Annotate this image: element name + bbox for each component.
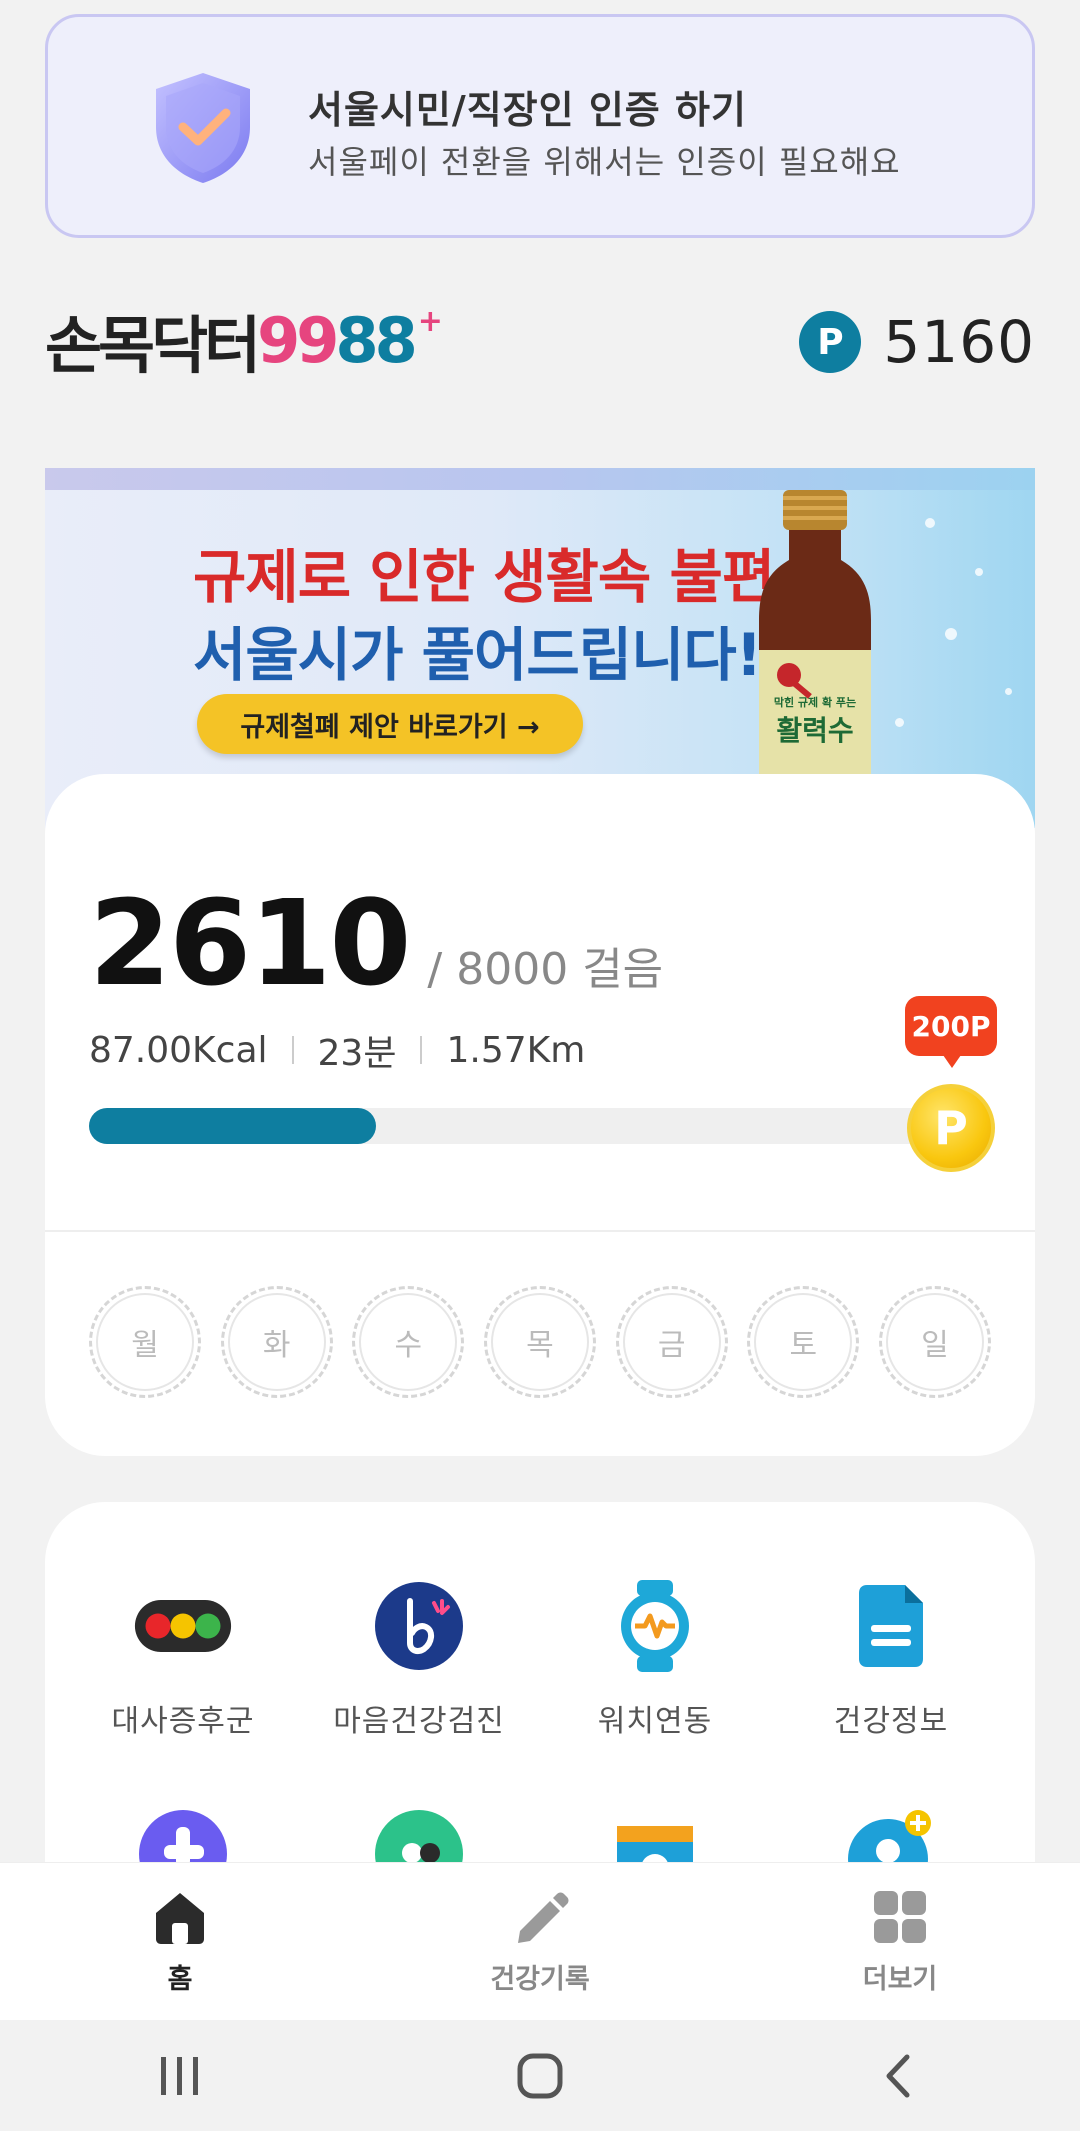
brand-number-b: 88	[335, 303, 417, 377]
sparkle	[895, 718, 904, 727]
document-icon	[841, 1576, 941, 1676]
nav-more[interactable]: 더보기	[720, 1863, 1080, 2020]
recent-apps-button[interactable]	[120, 2036, 240, 2116]
sparkle	[925, 518, 935, 528]
promo-top-stripe	[45, 468, 1035, 490]
weekly-attendance: 월화수목금토일	[89, 1286, 991, 1398]
duration-value: 23분	[317, 1033, 397, 1074]
home-icon	[156, 1893, 204, 1944]
card-divider	[45, 1230, 1035, 1232]
nav-health-record[interactable]: 건강기록	[360, 1863, 720, 2020]
back-button[interactable]	[840, 2036, 960, 2116]
bottle-illustration: 막힌 규제 확 푸는 활력수	[759, 490, 871, 790]
promo-line1: 규제로 인한 생활속 불편,	[193, 543, 796, 611]
weekday-stamp: 월	[89, 1286, 201, 1398]
points-value: 5160	[883, 308, 1035, 376]
step-count: 2610	[89, 874, 411, 1012]
menu-health-info[interactable]: 건강정보	[773, 1576, 1009, 1740]
menu-label: 대사증후군	[111, 1704, 255, 1739]
points-balance[interactable]: P 5160	[799, 302, 1035, 382]
reward-badge: 200P	[905, 996, 997, 1068]
sparkle	[1005, 688, 1012, 695]
nav-home[interactable]: 홈	[0, 1863, 360, 2020]
stat-separator	[420, 1036, 423, 1064]
smartwatch-icon	[605, 1576, 705, 1676]
pencil-icon	[518, 1892, 569, 1943]
verify-subtitle: 서울페이 전환을 위해서는 인증이 필요해요	[308, 143, 901, 181]
menu-label: 건강정보	[833, 1704, 949, 1739]
weekday-stamp: 목	[483, 1286, 596, 1398]
shield-check-icon	[156, 73, 250, 183]
step-counter-card[interactable]: 2610 / 8000 걸음 87.00Kcal 23분 1.57Km 200P…	[45, 774, 1035, 1456]
menu-label: 마음건강검진	[333, 1704, 505, 1739]
recent-apps-icon	[161, 2056, 198, 2095]
verify-title: 서울시민/직장인 인증 하기	[308, 88, 747, 132]
system-navigation-bar	[0, 2020, 1080, 2131]
weekday-stamp: 화	[220, 1286, 333, 1398]
reward-coin-icon[interactable]: P	[907, 1084, 995, 1172]
step-stats: 87.00Kcal 23분 1.57Km	[89, 1024, 585, 1076]
menu-metabolic-syndrome[interactable]: 대사증후군	[65, 1576, 301, 1740]
sparkle	[975, 568, 983, 576]
traffic-light-icon	[133, 1576, 233, 1676]
step-progress-fill	[89, 1108, 376, 1144]
brand-number: 9988 +	[257, 303, 443, 377]
points-icon: P	[799, 311, 862, 373]
nav-label: 더보기	[862, 1964, 938, 1995]
step-progress-bar	[89, 1108, 969, 1144]
home-system-button[interactable]	[480, 2036, 600, 2116]
weekday-stamp: 토	[747, 1286, 860, 1398]
step-summary: 2610 / 8000 걸음	[89, 874, 663, 1012]
menu-mental-health[interactable]: 마음건강검진	[301, 1576, 537, 1740]
calories-value: 87.00Kcal	[89, 1029, 268, 1071]
grid-icon	[874, 1891, 926, 1943]
menu-grid-card: 대사증후군 마음건강검진 워치연동 건강정보	[45, 1502, 1035, 1922]
stat-separator	[291, 1036, 294, 1064]
bottle-label-top: 막힌 규제 확 푸는	[774, 695, 856, 709]
brand-number-a: 99	[257, 303, 339, 377]
weekday-stamp: 일	[878, 1286, 991, 1398]
back-chevron-icon	[886, 2054, 910, 2097]
weekday-stamp: 금	[615, 1286, 728, 1398]
brand-text: 손목닥터	[45, 309, 261, 382]
weekday-stamp: 수	[352, 1286, 465, 1398]
distance-value: 1.57Km	[446, 1029, 586, 1071]
brand-plus: +	[417, 303, 443, 339]
menu-label: 워치연동	[597, 1704, 713, 1739]
step-goal: / 8000 걸음	[427, 944, 664, 995]
citizen-verify-banner[interactable]: 서울시민/직장인 인증 하기 서울페이 전환을 위해서는 인증이 필요해요	[45, 14, 1035, 238]
menu-watch-sync[interactable]: 워치연동	[537, 1576, 773, 1740]
app-logo: 손목닥터 9988 +	[45, 300, 443, 383]
sparkle	[945, 628, 957, 640]
home-square-icon	[517, 2053, 563, 2098]
nav-label: 홈	[167, 1964, 193, 1995]
menu-row: 대사증후군 마음건강검진 워치연동 건강정보	[45, 1576, 1035, 1740]
bottle-label-main: 활력수	[776, 714, 853, 747]
nav-label: 건강기록	[490, 1964, 590, 1995]
promo-line2: 서울시가 풀어드립니다!	[193, 621, 762, 689]
promo-cta-button[interactable]: 규제철폐 제안 바로가기 →	[197, 694, 583, 754]
bottom-navigation: 홈 건강기록 더보기	[0, 1862, 1080, 2020]
mind-b-icon	[369, 1576, 469, 1676]
